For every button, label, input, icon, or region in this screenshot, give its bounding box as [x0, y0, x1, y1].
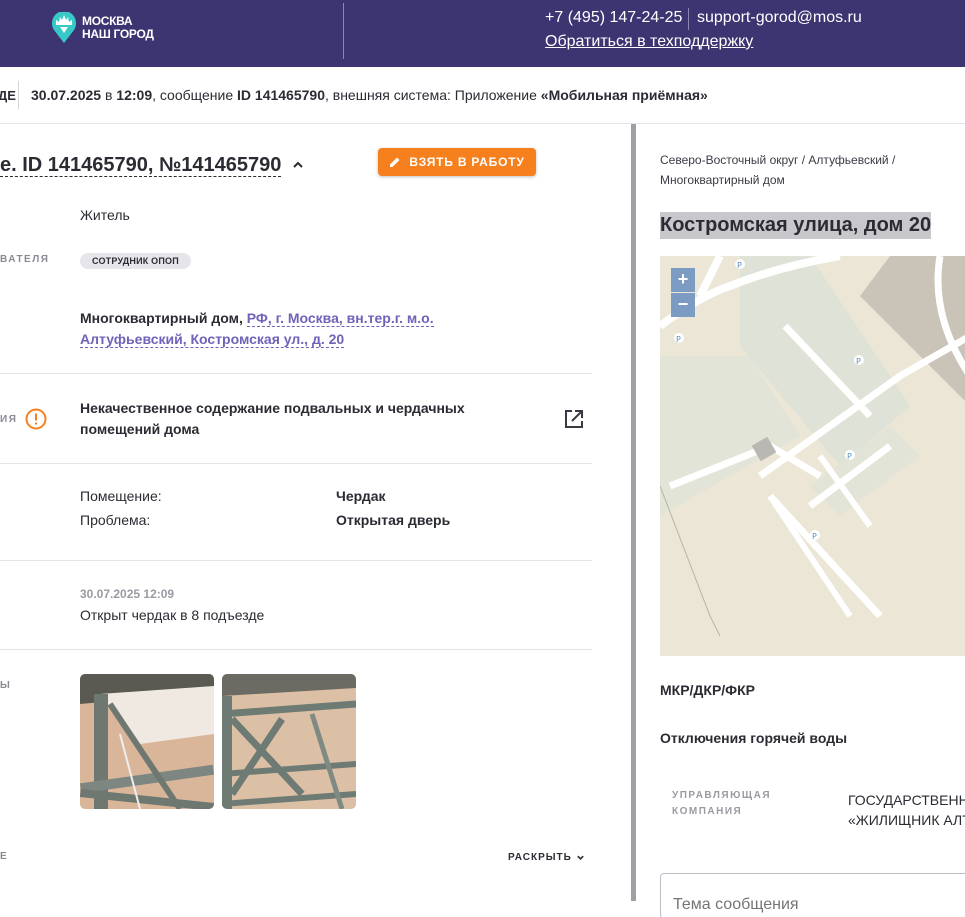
contact-divider: [688, 8, 689, 30]
divider: [0, 649, 592, 650]
support-phone[interactable]: +7 (495) 147-24-25: [545, 9, 682, 27]
take-to-work-button[interactable]: ВЗЯТЬ В РАБОТУ: [378, 148, 536, 176]
message-text: Открыт чердак в 8 подъезде: [80, 607, 265, 623]
chevron-down-icon: [577, 855, 584, 860]
photo-thumbnail[interactable]: [80, 674, 214, 809]
message-date: 30.07.2025 12:09: [80, 587, 175, 601]
detail-key: Помещение:: [80, 488, 162, 504]
detail-value: Открытая дверь: [336, 512, 451, 528]
management-company-label: УПРАВЛЯЮЩАЯ КОМПАНИЯ: [672, 790, 772, 817]
divider: [0, 560, 592, 561]
message-info-line: 30.07.2025 в 12:09, сообщение ID 1414657…: [31, 87, 708, 103]
object-info-panel: Северо-Восточный округ / Алтуфьевский / …: [636, 124, 965, 917]
appeal-details-panel: е. ID 141465790, №141465790 ВЗЯТЬ В РАБО…: [0, 124, 632, 917]
expand-label: РАСКРЫТЬ: [508, 852, 572, 863]
svg-text:P: P: [812, 532, 817, 541]
logo[interactable]: МОСКВА НАШ ГОРОД: [52, 12, 154, 44]
zoom-out-button[interactable]: −: [671, 293, 695, 317]
divider: [0, 463, 592, 464]
detail-value: Чердак: [336, 488, 386, 504]
warning-icon: [25, 408, 47, 430]
info-cut-label: ДЕ: [0, 88, 16, 103]
chevron-up-icon[interactable]: [292, 159, 304, 171]
hot-water-section-title[interactable]: Отключения горячей воды: [660, 730, 847, 746]
svg-text:P: P: [847, 452, 852, 461]
problem-category: Некачественное содержание подвальных и ч…: [80, 400, 465, 437]
breadcrumb: Северо-Восточный округ / Алтуфьевский / …: [660, 153, 896, 187]
logo-icon: [52, 12, 76, 43]
mkr-section-title[interactable]: МКР/ДКР/ФКР: [660, 682, 755, 698]
zoom-in-button[interactable]: +: [671, 268, 695, 292]
info-msg-word: , сообщение: [152, 87, 234, 103]
support-link[interactable]: Обратиться в техподдержку: [545, 33, 753, 51]
photos-label: Ы: [0, 680, 12, 691]
info-time: 12:09: [116, 87, 153, 103]
take-to-work-label: ВЗЯТЬ В РАБОТУ: [409, 155, 525, 169]
message-subject-input[interactable]: [660, 873, 965, 917]
svg-text:P: P: [737, 261, 742, 270]
applicant-label: ВАТЕЛЯ: [0, 254, 50, 265]
street-address-title: Костромская улица, дом 20: [660, 212, 932, 239]
role-chip: СОТРУДНИК ОПОП: [80, 253, 191, 269]
section-label: Е: [0, 851, 9, 862]
info-system: «Мобильная приёмная»: [540, 87, 708, 103]
svg-text:P: P: [856, 357, 861, 366]
message-info-bar: ДЕ 30.07.2025 в 12:09, сообщение ID 1414…: [0, 67, 965, 124]
header-divider: [343, 3, 344, 59]
info-id: ID 141465790: [237, 87, 325, 103]
photo-thumbnail[interactable]: [222, 674, 356, 809]
management-company-value: ГОСУДАРСТВЕННОЕ «ЖИЛИЩНИК АЛТУ: [848, 790, 965, 830]
map[interactable]: P P P P P + −: [660, 256, 965, 656]
pencil-icon: [390, 157, 400, 167]
svg-text:P: P: [676, 335, 681, 344]
top-header: МОСКВА НАШ ГОРОД +7 (495) 147-24-25 supp…: [0, 0, 965, 67]
info-divider: [18, 81, 19, 109]
management-company-line1: ГОСУДАРСТВЕННОЕ: [848, 792, 965, 808]
info-ext: , внешняя система: Приложение: [324, 87, 537, 103]
info-in: в: [104, 87, 113, 103]
support-email[interactable]: support-gorod@mos.ru: [697, 9, 862, 27]
management-company-line2: «ЖИЛИЩНИК АЛТУ: [848, 812, 965, 828]
category-label: ИЯ: [0, 414, 18, 425]
divider: [0, 373, 592, 374]
address-prefix: Многоквартирный дом,: [80, 310, 243, 326]
external-link-icon[interactable]: [563, 408, 585, 430]
object-address: Многоквартирный дом, РФ, г. Москва, вн.т…: [80, 308, 540, 350]
appeal-title[interactable]: е. ID 141465790, №141465790: [0, 154, 282, 177]
expand-button[interactable]: РАСКРЫТЬ: [508, 852, 585, 863]
map-canvas: P P P P P: [660, 256, 965, 656]
detail-key: Проблема:: [80, 512, 151, 528]
info-date: 30.07.2025: [31, 87, 102, 103]
logo-line2: НАШ ГОРОД: [82, 27, 154, 41]
applicant-type: Житель: [80, 207, 130, 223]
